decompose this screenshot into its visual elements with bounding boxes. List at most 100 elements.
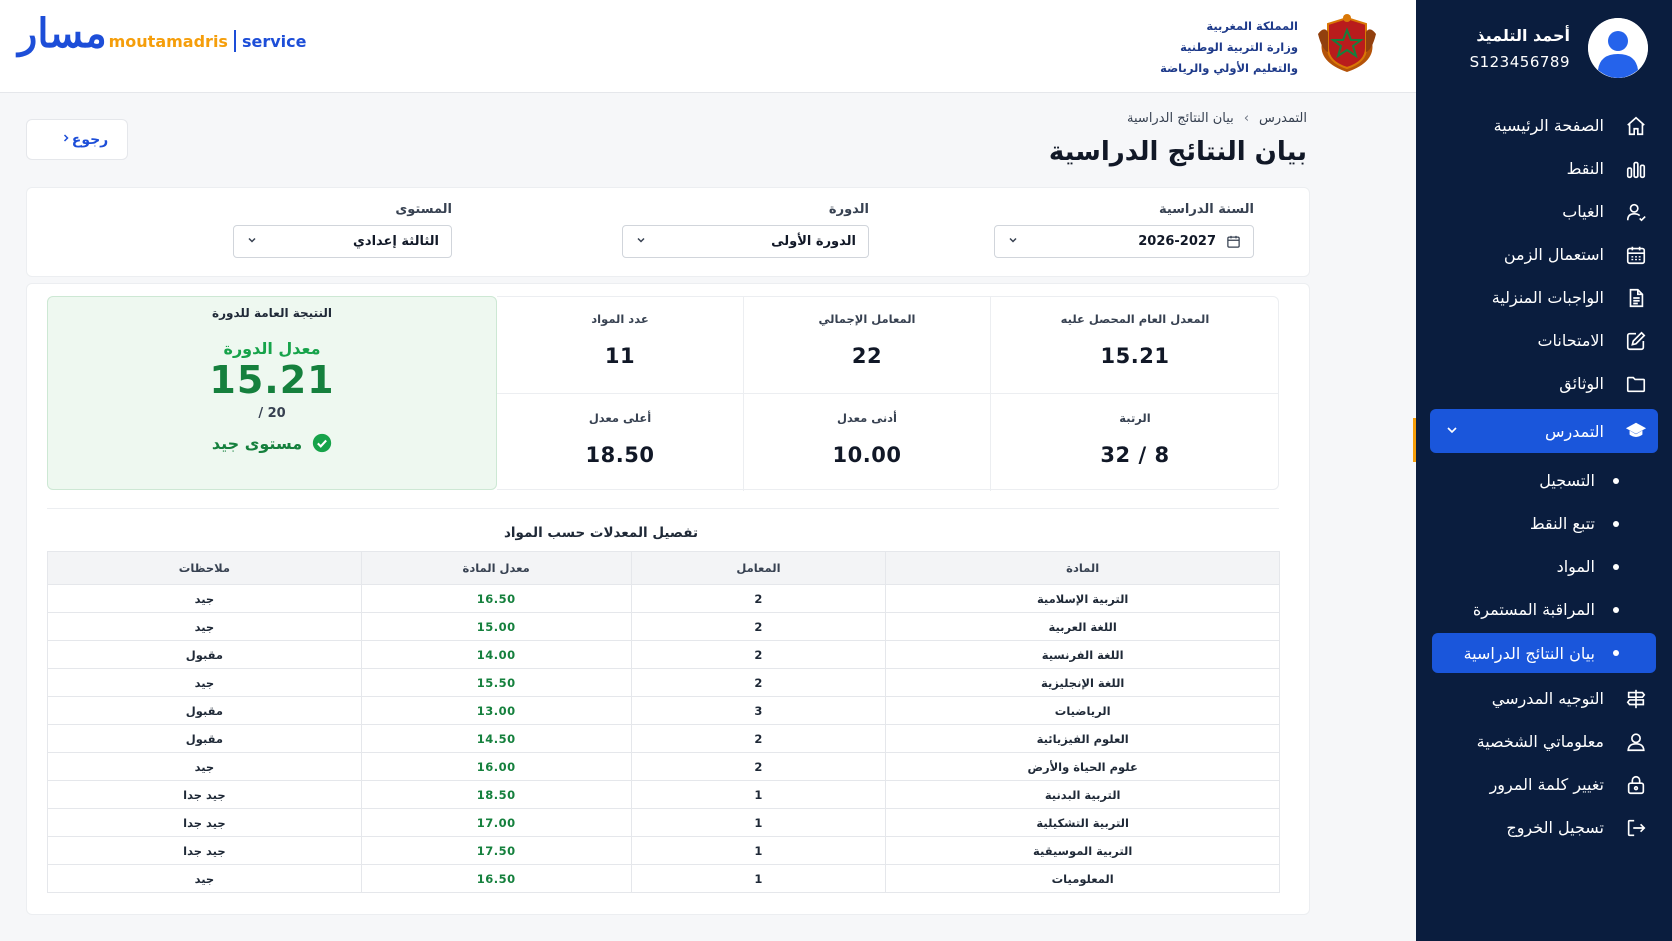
sidebar-item-homework[interactable]: الواجبات المنزلية — [1416, 276, 1672, 319]
cell-average: 16.00 — [360, 752, 632, 781]
user-profile[interactable]: أحمد التلميذ S123456789 — [1416, 0, 1672, 96]
table-row: المعلوميات 1 16.50 جيد — [47, 864, 1280, 893]
profile-id: S123456789 — [1469, 52, 1570, 71]
sidebar-item-personal-info[interactable]: معلوماتي الشخصية — [1416, 720, 1672, 763]
sidebar-item-orientation[interactable]: التوجيه المدرسي — [1416, 677, 1672, 720]
cell-coefficient: 1 — [630, 836, 887, 865]
sidebar-subitem-label: بيان النتائج الدراسية — [1463, 643, 1595, 663]
ministry-line-1: المملكة المغربية — [1206, 19, 1298, 33]
stats-grid: عدد المواد 11 المعامل الإجمالي 22 المعدل… — [497, 296, 1279, 491]
breadcrumb-separator-icon: › — [1243, 111, 1250, 126]
cell-subject: اللغة العربية — [885, 612, 1280, 641]
column-header-notes: ملاحظات — [47, 551, 362, 585]
cell-subject: المعلوميات — [885, 864, 1280, 893]
cell-average: 15.50 — [360, 668, 632, 697]
stat-highest-average: أعلى معدل 18.50 — [497, 393, 744, 491]
table-row: التربية الموسيقية 1 17.50 جيد جدا — [47, 836, 1280, 865]
sidebar-subitem-grade-tracking[interactable]: تتبع النقط — [1416, 502, 1672, 545]
sidebar-subitem-results-statement[interactable]: بيان النتائج الدراسية — [1432, 633, 1656, 673]
cell-coefficient: 2 — [630, 668, 887, 697]
sidebar-subitem-label: التسجيل — [1539, 471, 1595, 490]
session-filter: الدورة الدورة الأولى — [622, 202, 869, 258]
overall-result-card: النتيجة العامة للدورة معدل الدورة 15.21 … — [47, 296, 497, 490]
cell-average: 16.50 — [360, 864, 632, 893]
check-circle-icon — [312, 433, 332, 453]
level-badge: مستوى جيد — [48, 433, 496, 453]
column-header-average: معدل المادة — [360, 551, 632, 585]
sidebar-item-label: الامتحانات — [1537, 331, 1604, 350]
breadcrumb-current: بيان النتائج الدراسية — [1127, 111, 1234, 126]
cell-coefficient: 2 — [630, 612, 887, 641]
cell-note: مقبول — [47, 640, 362, 669]
document-icon — [1624, 286, 1648, 310]
sidebar-subitem-registration[interactable]: التسجيل — [1416, 459, 1672, 502]
column-header-coefficient: المعامل — [630, 551, 887, 585]
session-average-label: معدل الدورة — [223, 339, 321, 358]
cell-subject: العلوم الفيزيائية — [885, 724, 1280, 753]
logo-service-text: service — [241, 31, 307, 51]
sidebar-item-label: تسجيل الخروج — [1506, 818, 1604, 837]
cell-average: 14.00 — [360, 640, 632, 669]
stat-label: أدنى معدل — [836, 411, 898, 425]
cell-average: 17.00 — [360, 808, 632, 837]
back-button[interactable]: رجوع — [26, 119, 128, 160]
session-average-scale: / 20 — [258, 406, 286, 421]
sidebar-item-home[interactable]: الصفحة الرئيسية — [1416, 104, 1672, 147]
cell-coefficient: 2 — [630, 584, 887, 613]
bar-chart-icon — [1624, 157, 1648, 181]
sidebar-item-label: استعمال الزمن — [1503, 245, 1604, 264]
signpost-icon — [1624, 687, 1648, 711]
cell-subject: علوم الحياة والأرض — [885, 752, 1280, 781]
level-filter: المستوى الثالثة إعدادي — [233, 202, 452, 258]
calendar-icon — [1227, 235, 1240, 248]
stat-value: 15.21 — [1100, 344, 1170, 368]
cell-note: جيد جدا — [47, 780, 362, 809]
session-select-value: الدورة الأولى — [771, 234, 856, 249]
breadcrumb-item[interactable]: التمدرس — [1259, 111, 1307, 126]
stat-value: 18.50 — [585, 443, 655, 467]
cell-coefficient: 3 — [630, 696, 887, 725]
filters-panel: السنة الدراسية 2026-2027 الدورة الدورة ا… — [26, 187, 1310, 277]
chevron-down-icon[interactable] — [1444, 422, 1460, 442]
cell-subject: التربية الموسيقية — [885, 836, 1280, 865]
ministry-line-3: والتعليم الأولي والرياضة — [1160, 61, 1298, 75]
sidebar-item-documents[interactable]: الوثائق — [1416, 362, 1672, 405]
cell-note: جيد جدا — [47, 836, 362, 865]
table-row: اللغة العربية 2 15.00 جيد — [47, 612, 1280, 641]
sidebar-item-label: التمدرس — [1544, 421, 1604, 441]
sidebar-item-exams[interactable]: الامتحانات — [1416, 319, 1672, 362]
table-row: علوم الحياة والأرض 2 16.00 جيد — [47, 752, 1280, 781]
section-divider — [47, 508, 1279, 509]
logo-separator — [233, 30, 236, 52]
session-select[interactable]: الدورة الأولى — [622, 225, 869, 258]
sidebar-item-change-password[interactable]: تغيير كلمة المرور — [1416, 763, 1672, 806]
grades-table: المادة المعامل معدل المادة ملاحظات الترب… — [47, 551, 1280, 893]
folder-icon — [1624, 372, 1648, 396]
year-filter: السنة الدراسية 2026-2027 — [994, 202, 1254, 258]
year-select[interactable]: 2026-2027 — [994, 225, 1254, 258]
level-select-value: الثالثة إعدادي — [352, 234, 439, 249]
cell-coefficient: 1 — [630, 808, 887, 837]
home-icon — [1624, 114, 1648, 138]
bullet-icon — [1613, 650, 1619, 656]
app-logo[interactable]: مسار moutamadris service — [18, 14, 306, 54]
cell-note: جيد — [47, 584, 362, 613]
sidebar-item-logout[interactable]: تسجيل الخروج — [1416, 806, 1672, 849]
level-select[interactable]: الثالثة إعدادي — [233, 225, 452, 258]
sidebar-subitem-continuous-assessment[interactable]: المراقبة المستمرة — [1416, 588, 1672, 631]
sidebar-item-timetable[interactable]: استعمال الزمن — [1416, 233, 1672, 276]
edit-icon — [1624, 329, 1648, 353]
cell-subject: الرياضيات — [885, 696, 1280, 725]
stat-label: عدد المواد — [591, 312, 649, 326]
sidebar-item-absence[interactable]: الغياب — [1416, 190, 1672, 233]
stat-subject-count: عدد المواد 11 — [497, 297, 744, 393]
sidebar-subitem-subjects[interactable]: المواد — [1416, 545, 1672, 588]
table-row: التربية البدنية 1 18.50 جيد جدا — [47, 780, 1280, 809]
sidebar-item-schooling[interactable]: التمدرس — [1430, 409, 1658, 453]
cell-coefficient: 2 — [630, 640, 887, 669]
sidebar-item-grades[interactable]: النقط — [1416, 147, 1672, 190]
sidebar-subitem-label: المراقبة المستمرة — [1472, 600, 1595, 619]
stat-label: أعلى معدل — [588, 411, 652, 425]
logo-brand-text: moutamadris — [108, 31, 228, 51]
calendar-icon — [1624, 243, 1648, 267]
